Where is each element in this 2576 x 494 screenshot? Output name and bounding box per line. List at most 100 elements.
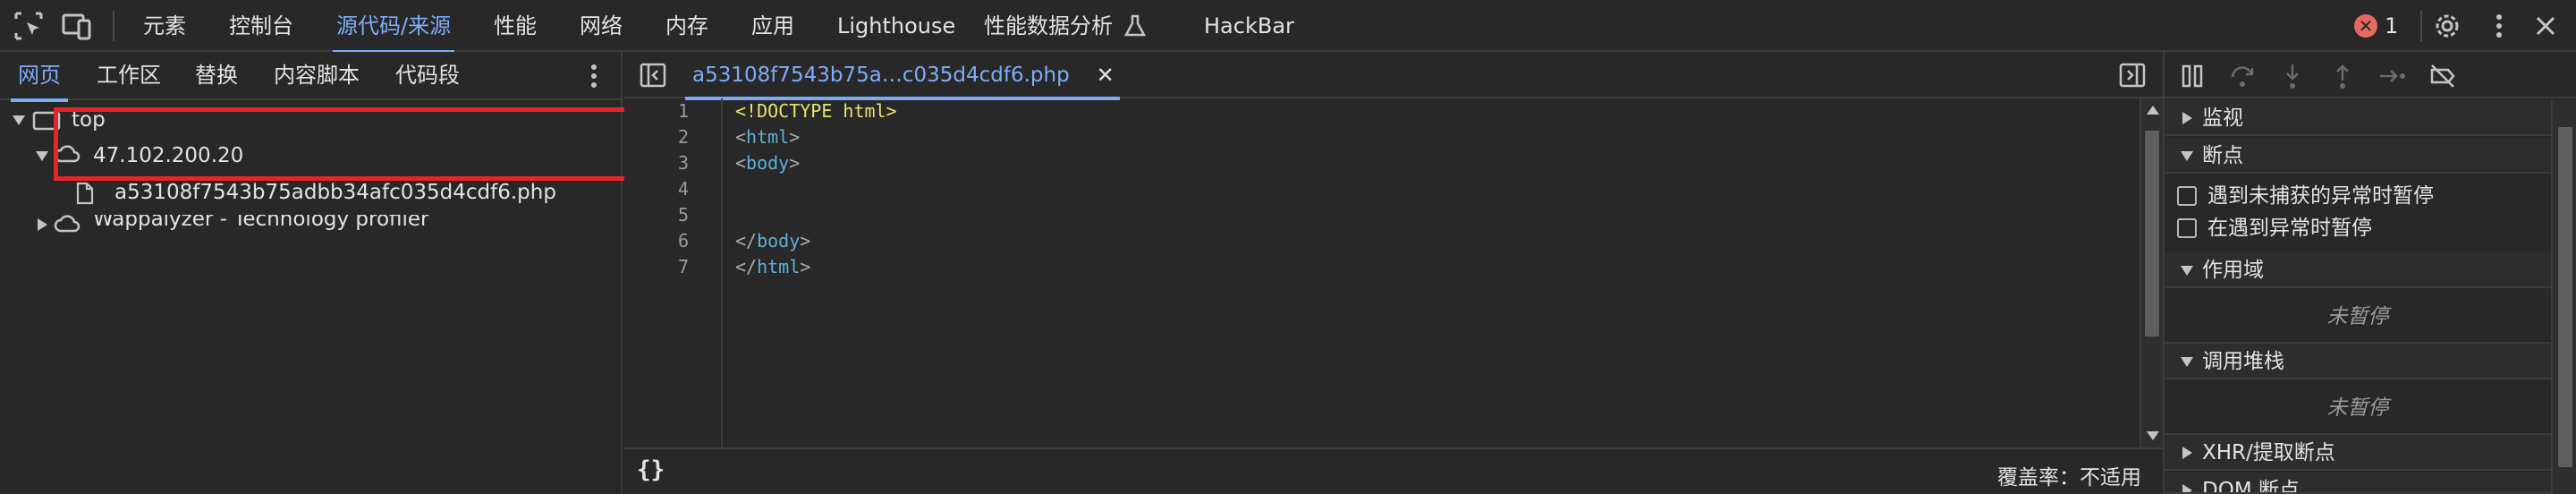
code-token: <!DOCTYPE html> [735,100,897,122]
nav-tab-content-scripts[interactable]: 内容脚本 [274,52,360,100]
tab-console[interactable]: 控制台 [229,0,293,52]
step-icon[interactable] [2377,61,2408,91]
code-line[interactable]: <body> [735,152,800,174]
tree-item-extension[interactable]: Wappalyzer - Technology profiler [36,215,572,233]
nav-tab-overrides[interactable]: 替换 [195,52,238,100]
caret-down-icon [2181,266,2193,276]
navigator-more-icon[interactable] [585,63,603,89]
code-token: body [757,230,801,251]
code-token: > [800,230,811,251]
section-watch[interactable]: 监视 [2165,100,2551,136]
caret-right-icon [38,218,47,231]
caret-down-icon [2181,151,2193,161]
tab-memory[interactable]: 内存 [665,0,708,52]
scrollbar-thumb[interactable] [2145,131,2159,336]
settings-gear-icon[interactable] [2431,10,2463,42]
code-line[interactable]: <html> [735,126,800,148]
devtools-main-toolbar: 元素 控制台 源代码/来源 性能 网络 内存 应用 Lighthouse 性能数… [0,0,2576,54]
step-over-icon[interactable] [2227,61,2258,91]
pause-on-caught-checkbox[interactable] [2177,218,2197,238]
scope-empty-message: 未暂停 [2165,290,2551,344]
editor-vertical-scrollbar[interactable] [2140,98,2163,447]
toggle-navigator-icon[interactable] [639,61,667,89]
section-breakpoints-label: 断点 [2202,144,2243,167]
coverage-status: 覆盖率：不适用 [1997,466,2141,490]
inspect-element-icon[interactable] [13,10,45,42]
pause-on-uncaught-option[interactable]: 遇到未捕获的异常时暂停 [2177,181,2434,211]
tab-performance-insights[interactable]: 性能数据分析 [984,0,1147,52]
editor-file-tab[interactable]: a53108f7543b75a…c035d4cdf6.php ✕ [685,52,1120,100]
nav-tab-snippets[interactable]: 代码段 [395,52,460,100]
section-dom-breakpoints[interactable]: DOM 断点 [2165,473,2551,494]
code-line[interactable]: </body> [735,230,810,251]
code-token: html [757,256,801,277]
sidebar-vertical-scrollbar[interactable] [2551,100,2576,494]
code-token: </ [735,256,758,277]
code-area[interactable]: <!DOCTYPE html> <html> <body> </body> </html… [624,98,2140,447]
tab-lighthouse[interactable]: Lighthouse [837,0,955,52]
code-line[interactable]: </html> [735,256,810,277]
step-into-icon[interactable] [2277,61,2308,91]
scrollbar-thumb[interactable] [2558,127,2572,467]
scroll-up-icon[interactable] [2147,106,2159,115]
toolbar-separator [2420,11,2422,41]
device-toolbar-icon[interactable] [61,10,93,42]
section-call-stack[interactable]: 调用堆栈 [2165,344,2551,379]
file-icon [76,182,94,205]
pause-on-uncaught-checkbox[interactable] [2177,186,2197,206]
pause-on-caught-option[interactable]: 在遇到异常时暂停 [2177,213,2372,243]
toggle-debugger-icon[interactable] [2118,61,2147,89]
navigator-tabs: 网页 工作区 替换 内容脚本 代码段 [0,52,623,102]
section-xhr-breakpoints[interactable]: XHR/提取断点 [2165,435,2551,471]
section-scope[interactable]: 作用域 [2165,252,2551,288]
caret-down-icon [36,151,48,161]
tab-performance[interactable]: 性能 [494,0,537,52]
section-breakpoints[interactable]: 断点 [2165,138,2551,174]
tab-hackbar[interactable]: HackBar [1204,0,1294,52]
section-call-stack-label: 调用堆栈 [2202,350,2284,373]
error-count: 1 [2385,13,2399,38]
section-dom-label: DOM 断点 [2202,479,2300,494]
tab-network[interactable]: 网络 [580,0,623,52]
deactivate-breakpoints-icon[interactable] [2428,61,2458,91]
editor-file-tab-label: a53108f7543b75a…c035d4cdf6.php [692,64,1070,87]
tree-item-file[interactable]: a53108f7543b75adbb34afc035d4cdf6.php [75,178,594,207]
code-token: > [789,126,801,148]
code-token: body [746,152,790,174]
code-token: < [735,152,747,174]
caret-right-icon [2182,484,2192,492]
close-tab-icon[interactable]: ✕ [1097,52,1114,98]
code-editor: a53108f7543b75a…c035d4cdf6.php ✕ 1234567… [624,52,2163,494]
code-token: > [789,152,801,174]
caret-right-icon [2182,112,2192,124]
scroll-down-icon[interactable] [2147,431,2159,440]
tree-item-label: a53108f7543b75adbb34afc035d4cdf6.php [114,181,556,204]
error-counter[interactable]: ✕ 1 [2354,13,2398,39]
section-watch-label: 监视 [2202,106,2243,130]
tab-elements[interactable]: 元素 [143,0,186,52]
tab-application[interactable]: 应用 [751,0,794,52]
section-xhr-label: XHR/提取断点 [2202,441,2335,464]
editor-status-bar: {} 覆盖率：不适用 [624,447,2163,494]
code-token: > [800,256,811,277]
more-options-icon[interactable] [2483,10,2515,42]
caret-right-icon [2182,447,2192,459]
pause-icon[interactable] [2177,61,2207,91]
caret-down-icon [2181,357,2193,367]
section-scope-label: 作用域 [2202,259,2264,282]
tab-performance-insights-label: 性能数据分析 [984,13,1113,38]
nav-tab-page[interactable]: 网页 [11,52,68,102]
pause-on-uncaught-label: 遇到未捕获的异常时暂停 [2207,184,2434,208]
code-token: < [735,126,747,148]
pause-on-caught-label: 在遇到异常时暂停 [2207,217,2372,240]
tab-sources[interactable]: 源代码/来源 [332,0,455,54]
close-devtools-icon[interactable] [2529,10,2562,42]
step-out-icon[interactable] [2327,61,2358,91]
nav-tab-workspace[interactable]: 工作区 [97,52,161,100]
highlight-annotation-box [54,107,667,181]
code-line[interactable]: <!DOCTYPE html> [735,100,897,122]
flask-icon [1123,14,1147,37]
call-stack-empty-message: 未暂停 [2165,381,2551,435]
pretty-print-button[interactable]: {} [637,456,665,483]
error-icon: ✕ [2354,14,2377,38]
